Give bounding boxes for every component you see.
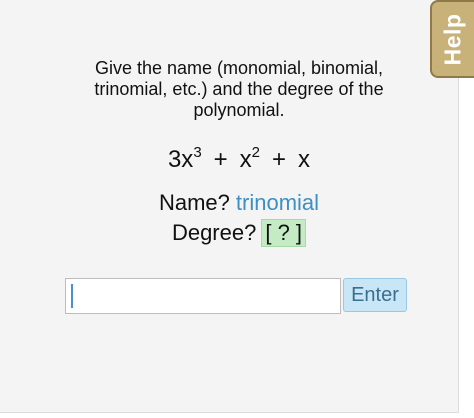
name-label: Name? xyxy=(158,190,230,215)
term-1-exponent: 3 xyxy=(193,144,202,161)
term-2-base: x xyxy=(239,146,252,173)
plus-operator-1: + xyxy=(213,146,228,173)
degree-label: Degree? xyxy=(171,220,257,245)
degree-answer-line: Degree?[ ? ] xyxy=(60,219,418,247)
name-answer-value: trinomial xyxy=(235,190,320,215)
text-caret xyxy=(71,284,73,308)
term-3: x xyxy=(298,146,311,173)
degree-answer-slot: [ ? ] xyxy=(261,219,307,247)
help-label: Help xyxy=(439,13,466,65)
term-2: x2 xyxy=(239,144,261,173)
term-2-exponent: 2 xyxy=(251,144,261,161)
question-screen: Help Give the name (monomial, binomial, … xyxy=(0,0,474,418)
answer-input[interactable] xyxy=(65,278,341,314)
enter-button[interactable]: Enter xyxy=(343,278,407,312)
name-answer-line: Name? trinomial xyxy=(60,190,418,216)
question-prompt: Give the name (monomial, binomial, trino… xyxy=(94,58,384,120)
help-tab[interactable]: Help xyxy=(430,0,474,78)
term-1-base: 3x xyxy=(167,146,194,173)
plus-operator-2: + xyxy=(272,146,287,173)
polynomial-expression: 3x3 + x2 + x xyxy=(60,145,418,175)
term-1: 3x3 xyxy=(167,144,202,173)
